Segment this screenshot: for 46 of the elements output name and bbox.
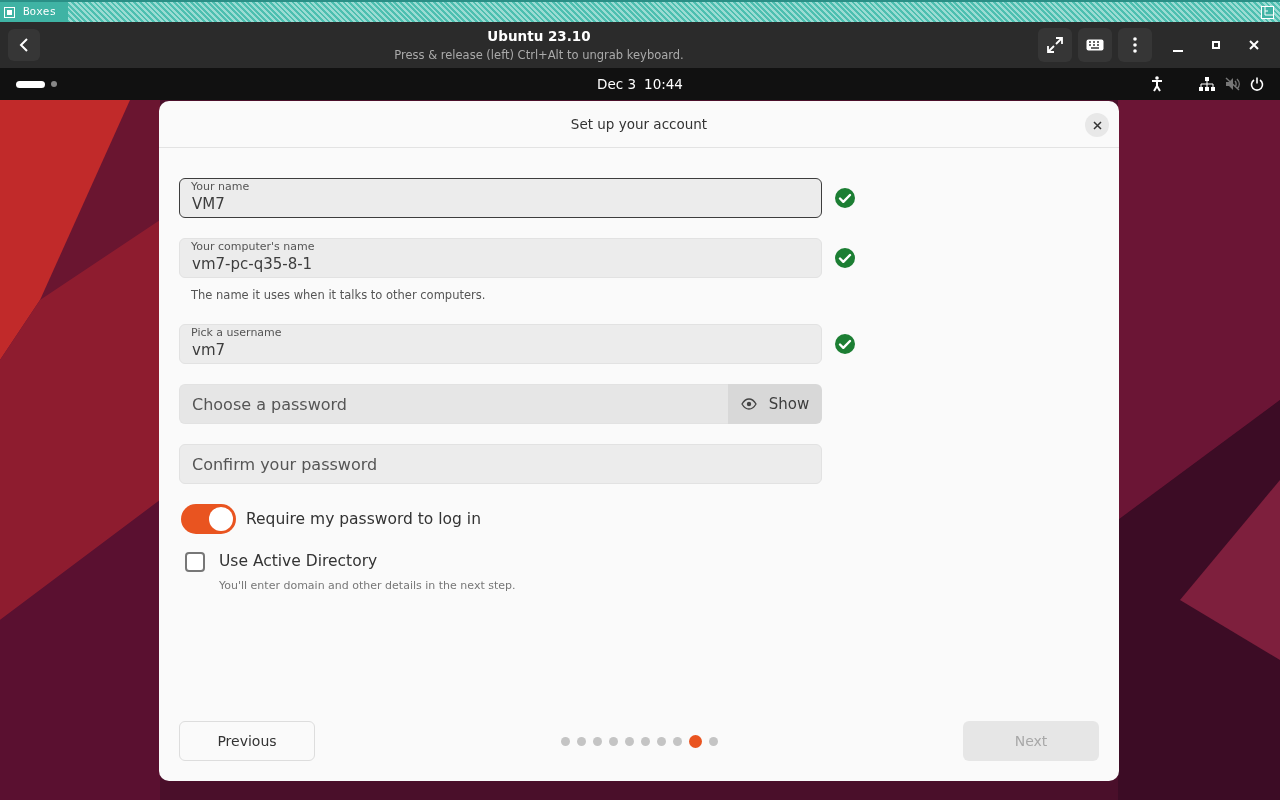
close-icon <box>1092 120 1102 130</box>
back-icon <box>19 37 29 53</box>
clock-time[interactable]: 10:44 <box>644 73 683 95</box>
workspace-indicator[interactable] <box>16 80 45 88</box>
confirm-password-field[interactable]: Confirm your password <box>179 444 822 485</box>
clock-date[interactable]: Dec 3 <box>597 73 637 95</box>
maximize-icon <box>1212 41 1220 49</box>
field-label: Pick a username <box>191 326 282 340</box>
eye-icon <box>740 398 757 411</box>
fullscreen-button[interactable] <box>1038 28 1072 62</box>
field-value: vm7 <box>192 341 226 360</box>
require-password-switch[interactable] <box>181 504 236 535</box>
keyboard-button[interactable] <box>1078 28 1112 62</box>
window-layout-icon[interactable] <box>1261 5 1274 19</box>
field-value: vm7-pc-q35-8-1 <box>192 255 313 273</box>
field-label: Your name <box>191 180 250 193</box>
host-window-title: Boxes <box>23 3 57 20</box>
expand-icon <box>1046 36 1064 54</box>
previous-button[interactable]: Previous <box>179 721 315 761</box>
muted-speaker-icon[interactable] <box>1225 77 1240 91</box>
power-icon[interactable] <box>1250 77 1264 91</box>
switch-label: Require my password to log in <box>246 508 481 530</box>
text-field[interactable]: Pick a username vm7 <box>179 324 822 365</box>
active-directory-checkbox[interactable] <box>185 551 205 572</box>
menu-button[interactable] <box>1118 28 1152 62</box>
field-value: VM7 <box>192 195 225 213</box>
dialog-title: Set up your account <box>570 114 708 134</box>
password-field[interactable]: Choose a password <box>179 384 728 425</box>
field-label: Your computer's name <box>191 240 315 253</box>
back-button[interactable] <box>8 29 40 61</box>
menu-icon <box>1133 37 1137 53</box>
close-icon <box>1249 40 1259 50</box>
network-icon[interactable] <box>1199 77 1215 91</box>
accessibility-icon[interactable] <box>1151 76 1163 92</box>
app-icon <box>4 6 15 18</box>
minimize-icon <box>1173 50 1183 52</box>
header-title: Ubuntu 23.10 <box>487 27 591 47</box>
close-button[interactable] <box>1085 113 1109 137</box>
show-password-button[interactable]: Show <box>728 384 822 425</box>
field-hint: The name it uses when it talks to other computers. <box>191 287 487 304</box>
text-field[interactable]: Your name VM7 <box>179 178 822 218</box>
header-subtitle: Press & release (left) Ctrl+Alt to ungrab keyboard. <box>394 46 684 64</box>
checkbox-label: Use Active Directory <box>219 551 378 573</box>
text-field[interactable]: Your computer's name vm7-pc-q35-8-1 <box>179 238 822 278</box>
checkbox-hint: You'll enter domain and other details in the next step. <box>218 577 517 594</box>
keyboard-icon <box>1086 39 1104 51</box>
